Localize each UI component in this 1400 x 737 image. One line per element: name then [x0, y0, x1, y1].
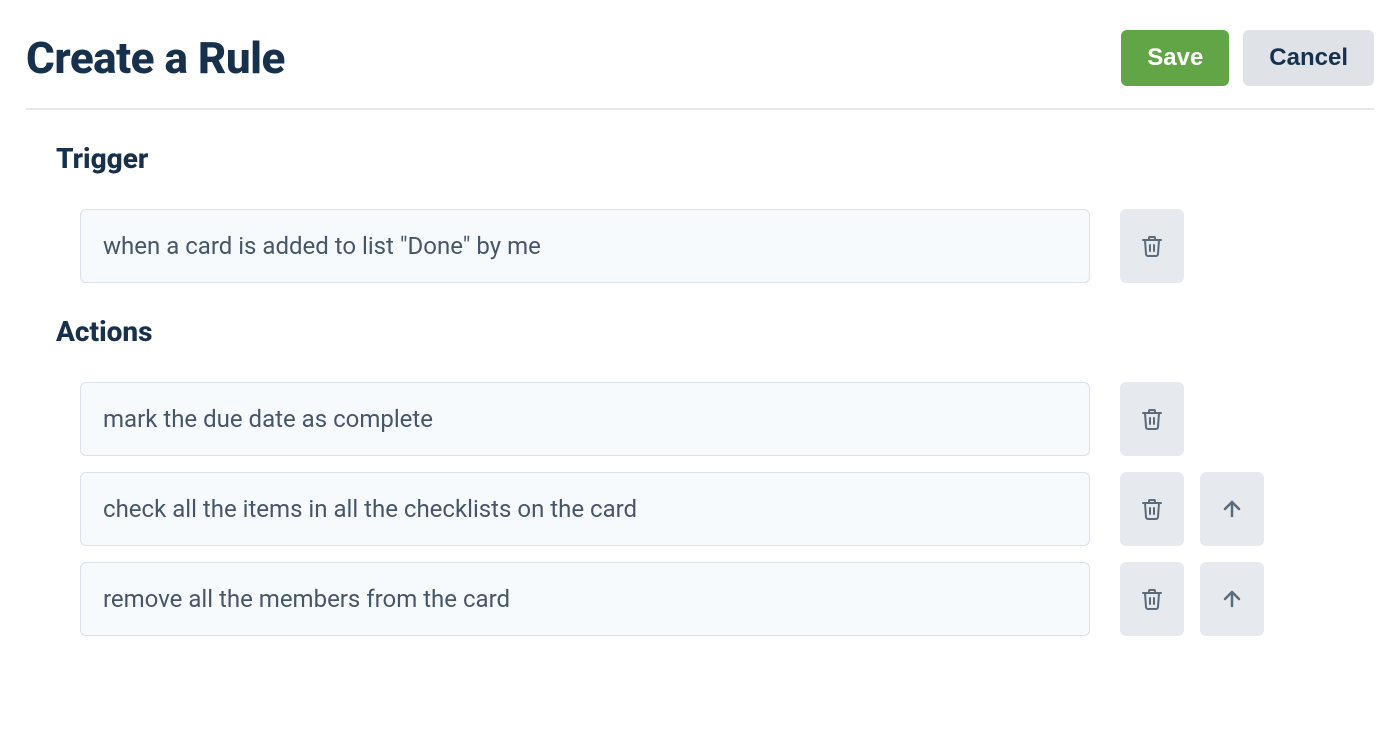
trigger-section: Trigger when a card is added to list "Do… [56, 142, 1374, 283]
action-card: check all the items in all the checklist… [80, 472, 1090, 546]
trash-icon [1140, 407, 1164, 431]
header-actions: Save Cancel [1121, 30, 1374, 86]
trigger-card: when a card is added to list "Done" by m… [80, 209, 1090, 283]
delete-action-button[interactable] [1120, 382, 1184, 456]
delete-action-button[interactable] [1120, 472, 1184, 546]
action-card: remove all the members from the card [80, 562, 1090, 636]
delete-trigger-button[interactable] [1120, 209, 1184, 283]
page-header: Create a Rule Save Cancel [26, 30, 1374, 110]
cancel-button[interactable]: Cancel [1243, 30, 1374, 86]
actions-heading: Actions [56, 315, 1374, 348]
trash-icon [1140, 234, 1164, 258]
delete-action-button[interactable] [1120, 562, 1184, 636]
save-button[interactable]: Save [1121, 30, 1229, 86]
arrow-up-icon [1220, 587, 1244, 611]
action-row: remove all the members from the card [80, 562, 1374, 636]
move-up-action-button[interactable] [1200, 472, 1264, 546]
trigger-row: when a card is added to list "Done" by m… [80, 209, 1374, 283]
trash-icon [1140, 497, 1164, 521]
action-card: mark the due date as complete [80, 382, 1090, 456]
trash-icon [1140, 587, 1164, 611]
action-row: check all the items in all the checklist… [80, 472, 1374, 546]
move-up-action-button[interactable] [1200, 562, 1264, 636]
arrow-up-icon [1220, 497, 1244, 521]
trigger-heading: Trigger [56, 142, 1374, 175]
action-row: mark the due date as complete [80, 382, 1374, 456]
actions-section: Actions mark the due date as complete ch… [56, 315, 1374, 636]
page-title: Create a Rule [26, 32, 285, 84]
